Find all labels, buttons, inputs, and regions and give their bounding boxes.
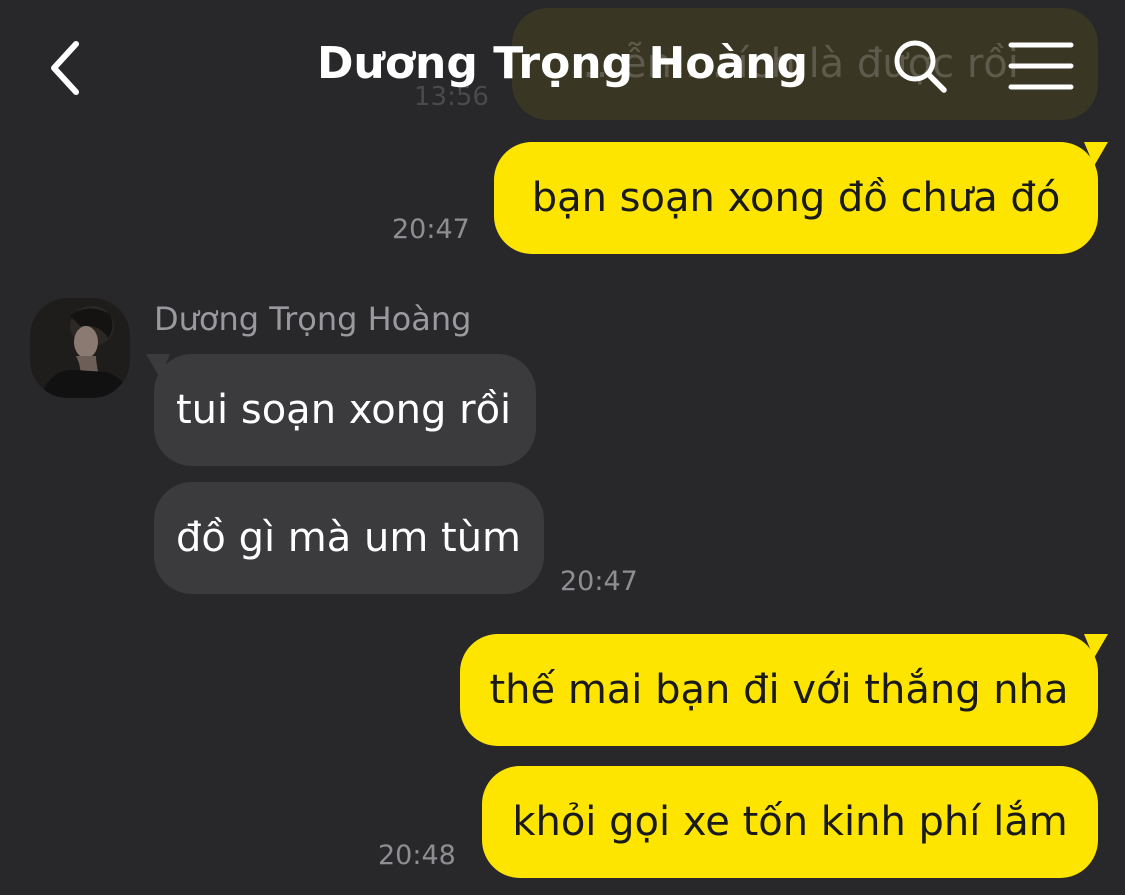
incoming-message-bubble[interactable]: đồ gì mà um tùm [154,482,544,594]
incoming-message-bubble[interactable]: tui soạn xong rồi [154,354,536,466]
outgoing-message-bubble[interactable]: thế mai bạn đi với thắng nha [460,634,1098,746]
message-time: 20:47 [392,214,470,245]
chevron-left-icon[interactable] [40,38,90,98]
sender-name: Dương Trọng Hoàng [154,300,472,338]
search-icon[interactable] [890,36,950,96]
outgoing-bubble-tail [1084,634,1108,658]
avatar-photo [30,298,130,398]
message-time: 20:47 [560,566,638,597]
message-time: 20:48 [378,840,456,871]
outgoing-message-bubble[interactable]: bạn soạn xong đồ chưa đó [494,142,1098,254]
outgoing-bubble-tail [1084,142,1108,166]
page-title: Dương Trọng Hoàng [316,38,809,89]
outgoing-message-bubble[interactable]: khỏi gọi xe tốn kinh phí lắm [482,766,1098,878]
incoming-bubble-tail [146,354,170,378]
menu-icon[interactable] [1008,40,1074,92]
avatar[interactable] [30,298,130,398]
chat-header: Dương Trọng Hoàng [0,0,1125,140]
